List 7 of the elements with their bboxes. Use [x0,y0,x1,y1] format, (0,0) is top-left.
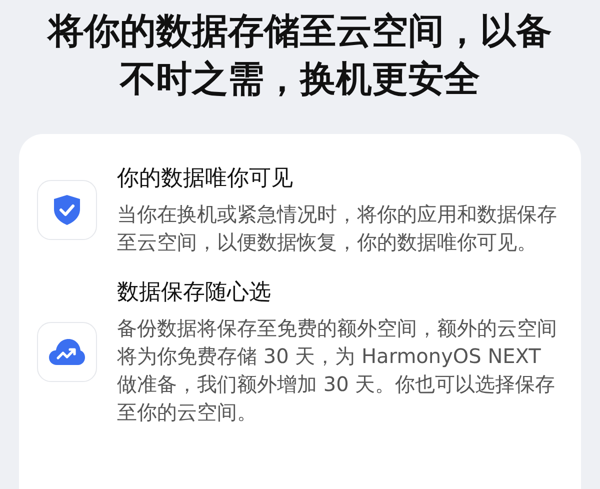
cloud-trend-icon [48,338,86,366]
feature-title: 数据保存随心选 [117,279,272,307]
shield-check-icon [53,194,81,226]
heading: 将你的数据存储至云空间，以备不时之需，换机更安全 [46,10,553,102]
feature-title: 你的数据唯你可见 [117,165,294,193]
feature-description: 备份数据将保存至免费的额外空间，额外的云空间将为你免费存储 30 天，为 HarmonyOS NEXT 做准备，我们额外增加 30 天。你也可以选择保存至你的云空间。 [117,315,557,426]
feature-description: 当你在换机或紧急情况时，将你的应用和数据保存至云空间，以便数据恢复，你的数据唯你可见。 [117,201,557,256]
